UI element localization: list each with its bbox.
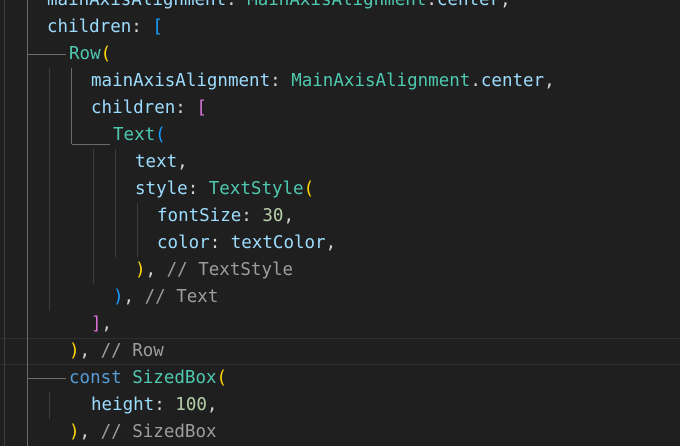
code-token: :	[241, 206, 263, 226]
code-token: MainAxisAlignment	[247, 0, 427, 10]
code-token: ,	[79, 341, 101, 361]
code-line[interactable]: mainAxisAlignment: MainAxisAlignment.cen…	[0, 0, 680, 14]
code-line-content: color: textColor,	[157, 230, 336, 257]
code-token: [	[152, 17, 163, 37]
code-line-content: Text(	[113, 122, 166, 149]
code-token: :	[270, 71, 292, 91]
code-line-content: ), // SizedBox	[69, 419, 217, 446]
code-token: ]	[91, 314, 102, 334]
code-token: :	[175, 98, 197, 118]
code-line-content: children: [	[91, 95, 207, 122]
code-token: textColor	[230, 233, 326, 253]
code-line-content: mainAxisAlignment: MainAxisAlignment.cen…	[91, 68, 555, 95]
code-token: center	[436, 0, 501, 10]
code-line[interactable]: ],	[0, 311, 680, 338]
code-token: ,	[283, 206, 294, 226]
code-token: center	[480, 71, 545, 91]
code-token: )	[135, 260, 146, 280]
code-line-content: const SizedBox(	[69, 365, 227, 392]
code-token: const	[69, 368, 122, 388]
code-line[interactable]: children: [	[0, 14, 680, 41]
code-token: // SizedBox	[100, 422, 217, 442]
code-token: :	[154, 395, 176, 415]
code-line[interactable]: children: [	[0, 95, 680, 122]
code-token: ,	[500, 0, 511, 10]
code-line[interactable]: color: textColor,	[0, 230, 680, 257]
code-token: color	[157, 233, 210, 253]
code-token: )	[69, 422, 80, 442]
code-token: // TextStyle	[166, 260, 294, 280]
code-token: Text	[113, 125, 156, 145]
code-line[interactable]: fontSize: 30,	[0, 203, 680, 230]
code-token: :	[226, 0, 248, 10]
code-line-content: Row(	[69, 41, 111, 68]
code-line-content: ), // TextStyle	[135, 257, 293, 284]
code-token: mainAxisAlignment	[47, 0, 227, 10]
code-token: 30	[262, 206, 284, 226]
code-line[interactable]: ), // Text	[0, 284, 680, 311]
code-token: ,	[325, 233, 337, 253]
code-token: children	[47, 17, 132, 37]
code-token: .	[470, 71, 481, 91]
code-token: ,	[79, 422, 101, 442]
code-token: style	[135, 179, 188, 199]
code-line[interactable]: mainAxisAlignment: MainAxisAlignment.cen…	[0, 68, 680, 95]
code-token: ,	[544, 71, 555, 91]
code-token: SizedBox	[132, 368, 217, 388]
code-token: 100	[175, 395, 207, 415]
code-token: :	[209, 233, 231, 253]
code-line-content: ), // Text	[113, 284, 218, 311]
code-token: ,	[101, 314, 113, 334]
code-editor[interactable]: mainAxisAlignment: MainAxisAlignment.cen…	[0, 0, 680, 446]
code-token: )	[113, 287, 124, 307]
code-token: text	[135, 152, 178, 172]
code-token: ,	[123, 287, 145, 307]
code-line-content: text,	[135, 149, 188, 176]
code-token: // Text	[144, 287, 219, 307]
code-token: )	[69, 341, 80, 361]
code-line-content: fontSize: 30,	[157, 203, 294, 230]
code-token: ,	[145, 260, 167, 280]
code-line[interactable]: Text(	[0, 122, 680, 149]
code-line-content: style: TextStyle(	[135, 176, 314, 203]
code-line[interactable]: height: 100,	[0, 392, 680, 419]
code-line[interactable]: Row(	[0, 41, 680, 68]
code-line-content: ],	[91, 311, 112, 338]
code-token: :	[131, 17, 153, 37]
code-token: ,	[177, 152, 188, 172]
code-line[interactable]: ), // SizedBox	[0, 419, 680, 446]
code-line-content: ), // Row	[69, 338, 164, 365]
code-line[interactable]: ), // Row	[0, 338, 680, 365]
code-token: :	[187, 179, 209, 199]
code-line-content: children: [	[47, 14, 163, 41]
code-token: TextStyle	[208, 179, 304, 199]
code-token: .	[426, 0, 437, 10]
code-token: [	[196, 98, 207, 118]
code-line-content: height: 100,	[91, 392, 217, 419]
code-line[interactable]: text,	[0, 149, 680, 176]
code-token: (	[100, 44, 112, 64]
code-token: ,	[206, 395, 218, 415]
code-token: children	[91, 98, 176, 118]
code-token: (	[216, 368, 228, 388]
code-line-content: mainAxisAlignment: MainAxisAlignment.cen…	[47, 0, 511, 14]
code-token: fontSize	[157, 206, 242, 226]
code-line[interactable]: const SizedBox(	[0, 365, 680, 392]
code-token: MainAxisAlignment	[291, 71, 471, 91]
code-token: // Row	[100, 341, 164, 361]
code-token: mainAxisAlignment	[91, 71, 271, 91]
code-line[interactable]: style: TextStyle(	[0, 176, 680, 203]
code-token: height	[91, 395, 155, 415]
code-token: Row	[69, 44, 101, 64]
code-line[interactable]: ), // TextStyle	[0, 257, 680, 284]
code-token: (	[155, 125, 166, 145]
code-token: (	[303, 179, 315, 199]
